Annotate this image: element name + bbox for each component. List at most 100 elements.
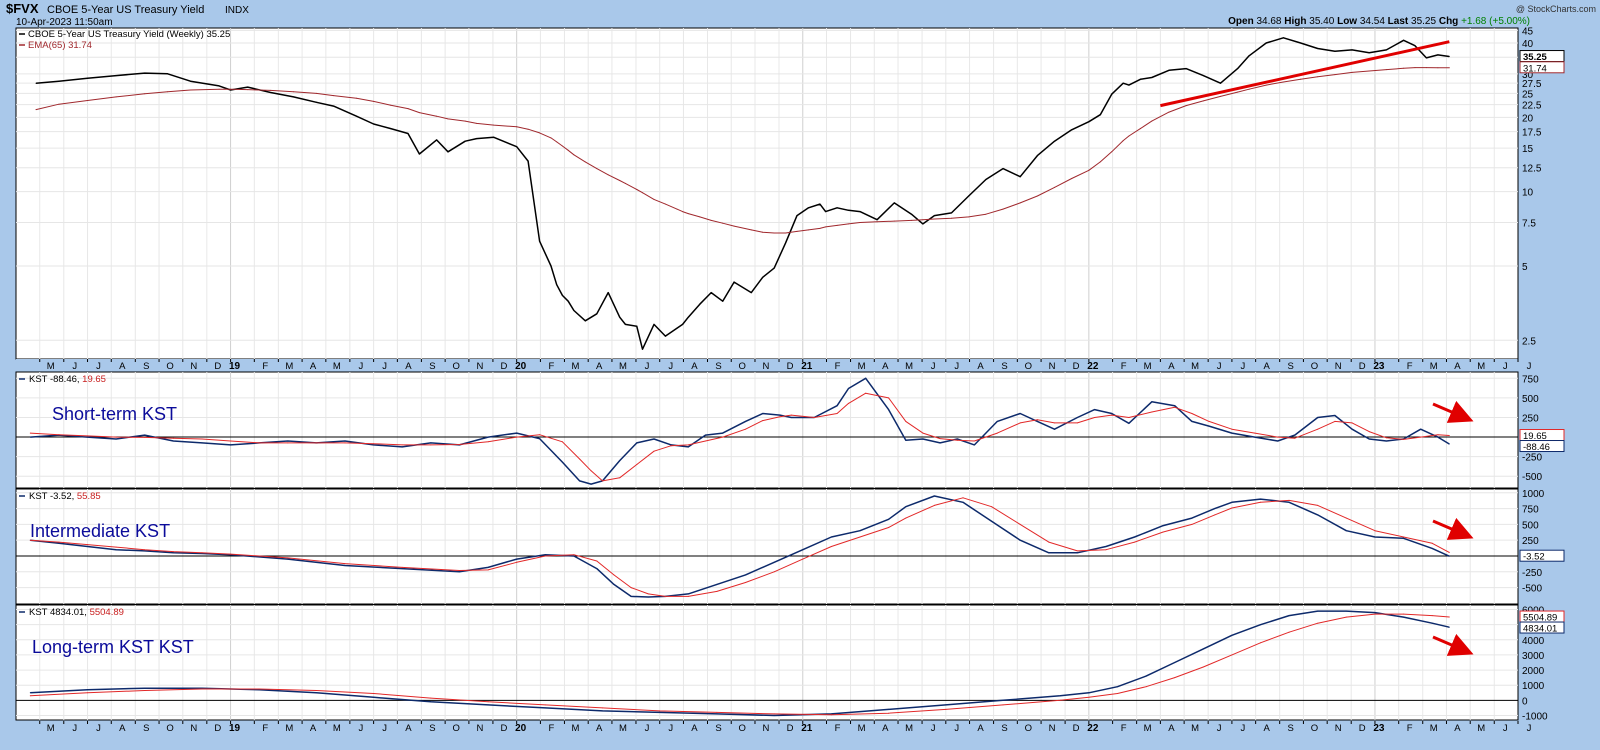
- quote-summary: Open 34.68 High 35.40 Low 34.54 Last 35.…: [1228, 16, 1530, 27]
- last-value-label: 4834.01: [1523, 624, 1557, 635]
- data-point-kst: [373, 696, 375, 698]
- legend-kst-value: -88.46,: [50, 374, 82, 385]
- data-point-kst: [1288, 501, 1290, 503]
- legend-kst-value: 4834.01,: [50, 607, 90, 618]
- y-tick-label: 1000: [1522, 681, 1545, 692]
- data-point-kst: [58, 542, 60, 544]
- data-point-kst_signal: [172, 437, 174, 439]
- data-point-ema: [819, 227, 821, 229]
- data-point-price: [293, 96, 294, 98]
- data-point-kst_signal: [1277, 436, 1279, 438]
- data-point-kst_signal: [722, 436, 724, 438]
- data-point-price: [1019, 176, 1021, 178]
- data-point-price: [356, 115, 357, 117]
- data-point-kst_signal: [487, 701, 489, 703]
- legend-signal-value: 19.65: [82, 374, 106, 385]
- data-point-kst_signal: [1059, 699, 1061, 701]
- data-point-kst_signal: [1117, 693, 1118, 694]
- data-point-kst_signal: [773, 571, 775, 573]
- time-tick-label: D: [1359, 723, 1366, 734]
- time-tick-label: 22: [1087, 723, 1099, 734]
- legend-entry: CBOE 5-Year US Treasury Yield (Weekly) 3…: [28, 29, 230, 40]
- time-tick-label: A: [882, 361, 889, 372]
- data-point-kst: [1403, 537, 1405, 539]
- data-point-kst_signal: [762, 420, 764, 422]
- data-point-kst: [1002, 699, 1004, 701]
- data-point-kst_signal: [58, 541, 60, 543]
- data-point-kst_signal: [590, 470, 592, 472]
- data-point-kst: [888, 518, 890, 520]
- data-point-price: [819, 203, 821, 205]
- data-point-kst: [1334, 415, 1336, 416]
- data-point-price: [1099, 114, 1101, 116]
- data-point-price: [699, 303, 701, 305]
- data-point-ema: [1248, 88, 1250, 90]
- time-tick-label: J: [382, 361, 387, 372]
- data-point-kst_signal: [1048, 541, 1050, 543]
- time-tick-label: M: [1430, 361, 1438, 372]
- data-point-ema: [447, 118, 449, 120]
- data-point-ema: [418, 112, 420, 114]
- time-tick-label: M: [47, 361, 55, 372]
- data-point-kst_signal: [1088, 696, 1090, 698]
- data-point-price: [476, 138, 478, 140]
- data-point-kst_signal: [1448, 551, 1450, 553]
- data-point-kst_signal: [813, 417, 815, 418]
- data-point-ema: [773, 232, 775, 234]
- data-point-kst_signal: [1294, 437, 1296, 439]
- time-tick-label: O: [1025, 361, 1032, 372]
- data-point-kst: [1351, 428, 1353, 430]
- data-point-kst: [87, 689, 88, 691]
- copyright: @ StockCharts.com: [1516, 4, 1596, 14]
- data-point-price: [687, 316, 689, 318]
- data-point-kst_signal: [373, 443, 375, 445]
- data-point-ema: [35, 109, 37, 111]
- data-point-kst_signal: [115, 546, 117, 548]
- data-point-ema: [1202, 100, 1204, 102]
- data-point-kst_signal: [687, 595, 689, 597]
- data-point-kst: [29, 436, 31, 438]
- data-point-kst: [888, 708, 890, 710]
- data-point-kst: [1231, 432, 1233, 434]
- time-tick-label: N: [1335, 361, 1342, 372]
- data-point-price: [596, 313, 598, 315]
- quote-label: Open: [1228, 16, 1256, 27]
- data-point-price: [836, 207, 838, 209]
- data-point-price: [407, 133, 409, 134]
- data-point-kst: [1048, 552, 1050, 554]
- data-point-kst_signal: [1019, 523, 1021, 525]
- data-point-kst_signal: [1054, 422, 1055, 424]
- data-point-price: [796, 215, 798, 217]
- data-point-price: [447, 151, 449, 153]
- data-point-kst_signal: [561, 441, 563, 443]
- data-point-ema: [785, 232, 787, 234]
- data-point-kst: [716, 583, 718, 585]
- data-point-kst: [1374, 536, 1376, 538]
- data-point-ema: [527, 128, 529, 130]
- time-tick-label: 23: [1373, 361, 1385, 372]
- y-tick-label: -500: [1522, 472, 1542, 483]
- data-point-ema: [922, 219, 924, 221]
- y-tick-label: 7.5: [1522, 218, 1536, 229]
- data-point-kst_signal: [1231, 428, 1233, 430]
- time-tick-label: M: [858, 723, 866, 734]
- data-point-kst_signal: [172, 551, 174, 553]
- data-point-kst: [905, 439, 907, 441]
- data-point-kst: [1288, 615, 1290, 617]
- time-tick-label: N: [190, 723, 197, 734]
- data-point-price: [418, 153, 420, 155]
- time-tick-label: A: [977, 723, 984, 734]
- data-point-price: [1351, 49, 1353, 51]
- data-point-kst_signal: [87, 692, 88, 694]
- data-point-kst: [722, 432, 724, 434]
- data-point-kst_signal: [1231, 507, 1233, 509]
- time-tick-label: F: [1121, 723, 1127, 734]
- data-point-kst_signal: [1317, 504, 1319, 506]
- data-point-kst_signal: [996, 432, 998, 434]
- time-tick-label: S: [715, 361, 721, 372]
- data-point-kst: [1294, 434, 1296, 436]
- data-point-ema: [624, 182, 626, 184]
- data-point-price: [190, 80, 191, 82]
- data-point-kst: [344, 440, 346, 442]
- data-point-kst: [172, 440, 174, 442]
